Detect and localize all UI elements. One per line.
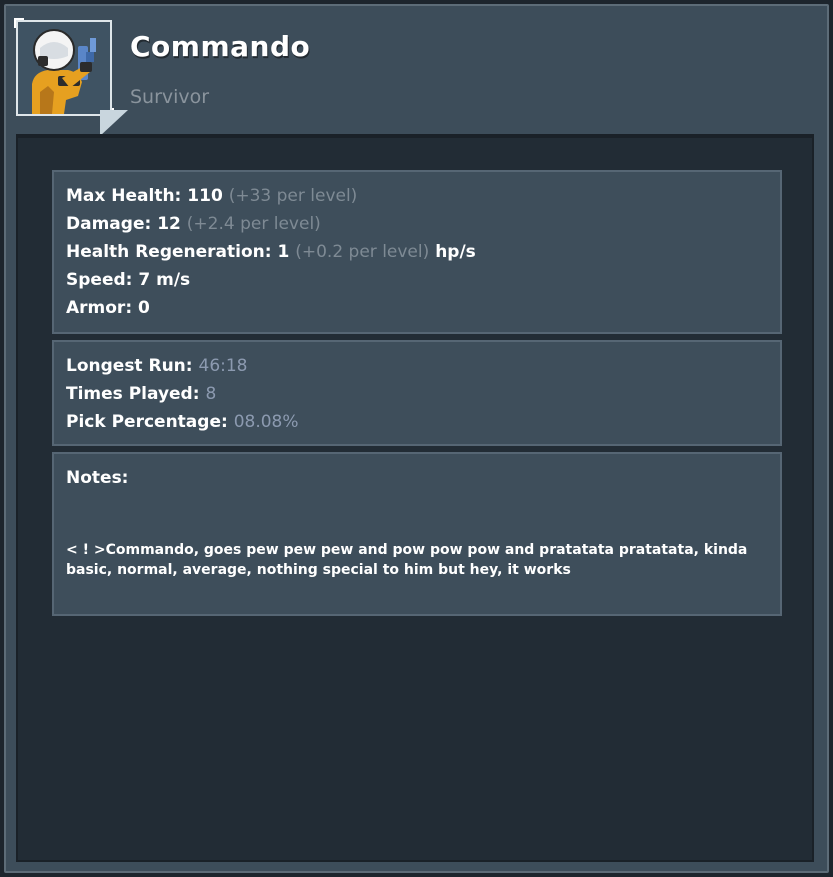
speed-value: 7 m/s <box>138 270 191 290</box>
max-health-growth: (+33 per level) <box>228 186 358 206</box>
speed-row: Speed: 7 m/s <box>66 266 768 294</box>
details-panel: Max Health: 110 (+33 per level) Damage: … <box>16 134 814 862</box>
notes-card: Notes: < ! >Commando, goes pew pew pew a… <box>52 452 782 616</box>
damage-value: 12 <box>157 214 181 234</box>
survivor-info-window: Commando Survivor Max Health: 110 (+33 p… <box>4 4 829 873</box>
damage-growth: (+2.4 per level) <box>186 214 321 234</box>
commando-figure-icon <box>32 29 96 114</box>
longest-run-value: 46:18 <box>198 356 248 376</box>
damage-row: Damage: 12 (+2.4 per level) <box>66 210 768 238</box>
damage-label: Damage: <box>66 214 152 234</box>
portrait-corner-top-left <box>14 18 24 28</box>
pick-percentage-row: Pick Percentage: 08.08% <box>66 408 768 436</box>
health-regen-growth: (+0.2 per level) <box>295 242 430 262</box>
times-played-value: 8 <box>205 384 217 404</box>
armor-row: Armor: 0 <box>66 294 768 322</box>
portrait-corner-arrow-icon <box>100 110 128 136</box>
health-regen-label: Health Regeneration: <box>66 242 272 262</box>
armor-value: 0 <box>138 298 150 318</box>
longest-run-label: Longest Run: <box>66 356 193 376</box>
health-regen-row: Health Regeneration: 1 (+0.2 per level) … <box>66 238 768 266</box>
armor-label: Armor: <box>66 298 133 318</box>
notes-text: < ! >Commando, goes pew pew pew and pow … <box>66 542 748 578</box>
health-regen-unit: hp/s <box>435 242 476 262</box>
pick-percentage-value: 08.08% <box>233 412 299 432</box>
health-regen-value: 1 <box>277 242 290 262</box>
max-health-row: Max Health: 110 (+33 per level) <box>66 182 768 210</box>
speed-label: Speed: <box>66 270 133 290</box>
times-played-row: Times Played: 8 <box>66 380 768 408</box>
stats-card: Max Health: 110 (+33 per level) Damage: … <box>52 170 782 334</box>
survivor-name: Commando <box>130 30 311 63</box>
records-card: Longest Run: 46:18 Times Played: 8 Pick … <box>52 340 782 446</box>
commando-portrait-icon <box>14 18 114 118</box>
max-health-value: 110 <box>187 186 223 206</box>
times-played-label: Times Played: <box>66 384 200 404</box>
survivor-type: Survivor <box>130 86 210 108</box>
max-health-label: Max Health: <box>66 186 182 206</box>
longest-run-row: Longest Run: 46:18 <box>66 352 768 380</box>
notes-label: Notes: <box>66 468 129 488</box>
pick-percentage-label: Pick Percentage: <box>66 412 228 432</box>
